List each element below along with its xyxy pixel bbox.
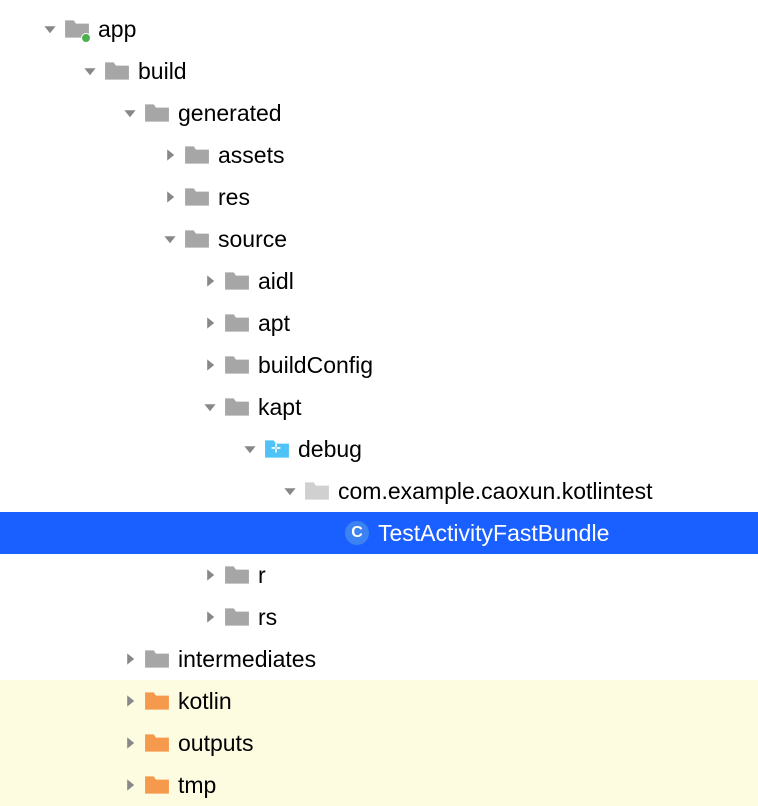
expand-icon[interactable] <box>280 484 300 498</box>
tree-item-debug[interactable]: debug <box>0 428 758 470</box>
folder-icon <box>184 226 210 252</box>
tree-item-source[interactable]: source <box>0 218 758 260</box>
tree-label: TestActivityFastBundle <box>378 520 609 547</box>
folder-icon <box>224 604 250 630</box>
tree-item-build[interactable]: build <box>0 50 758 92</box>
expand-icon[interactable] <box>40 22 60 36</box>
expand-icon[interactable] <box>200 610 220 624</box>
expand-icon[interactable] <box>200 400 220 414</box>
expand-icon[interactable] <box>120 694 140 708</box>
tree-item-outputs[interactable]: outputs <box>0 722 758 764</box>
folder-icon <box>144 646 170 672</box>
tree-item-class-selected[interactable]: C TestActivityFastBundle <box>0 512 758 554</box>
tree-item-kapt[interactable]: kapt <box>0 386 758 428</box>
tree-item-res[interactable]: res <box>0 176 758 218</box>
expand-icon[interactable] <box>80 64 100 78</box>
tree-label: aidl <box>258 268 294 295</box>
expand-icon[interactable] <box>200 358 220 372</box>
excluded-folder-icon <box>144 772 170 798</box>
tree-label: debug <box>298 436 362 463</box>
folder-icon <box>224 268 250 294</box>
tree-item-package[interactable]: com.example.caoxun.kotlintest <box>0 470 758 512</box>
expand-icon[interactable] <box>120 106 140 120</box>
tree-item-generated[interactable]: generated <box>0 92 758 134</box>
folder-icon <box>224 562 250 588</box>
tree-label: outputs <box>178 730 253 757</box>
module-folder-icon <box>64 16 90 42</box>
tree-item-r[interactable]: r <box>0 554 758 596</box>
expand-icon[interactable] <box>160 232 180 246</box>
tree-item-assets[interactable]: assets <box>0 134 758 176</box>
folder-icon <box>184 142 210 168</box>
tree-label: rs <box>258 604 277 631</box>
tree-item-app[interactable]: app <box>0 8 758 50</box>
expand-icon[interactable] <box>160 148 180 162</box>
tree-item-buildconfig[interactable]: buildConfig <box>0 344 758 386</box>
package-folder-icon <box>304 478 330 504</box>
expand-icon[interactable] <box>200 274 220 288</box>
tree-item-kotlin[interactable]: kotlin <box>0 680 758 722</box>
tree-item-tmp[interactable]: tmp <box>0 764 758 806</box>
folder-icon <box>224 310 250 336</box>
tree-item-intermediates[interactable]: intermediates <box>0 638 758 680</box>
folder-icon <box>184 184 210 210</box>
tree-label: app <box>98 16 136 43</box>
expand-icon[interactable] <box>160 190 180 204</box>
tree-label: com.example.caoxun.kotlintest <box>338 478 653 505</box>
tree-item-rs[interactable]: rs <box>0 596 758 638</box>
expand-icon[interactable] <box>120 778 140 792</box>
tree-label: build <box>138 58 187 85</box>
tree-item-apt[interactable]: apt <box>0 302 758 344</box>
tree-label: apt <box>258 310 290 337</box>
folder-icon <box>144 100 170 126</box>
source-folder-icon <box>264 436 290 462</box>
folder-icon <box>224 352 250 378</box>
folder-icon <box>104 58 130 84</box>
excluded-folder-icon <box>144 730 170 756</box>
tree-label: tmp <box>178 772 216 799</box>
folder-icon <box>224 394 250 420</box>
expand-icon[interactable] <box>200 568 220 582</box>
class-file-icon: C <box>344 520 370 546</box>
tree-label: generated <box>178 100 282 127</box>
expand-icon[interactable] <box>240 442 260 456</box>
tree-label: buildConfig <box>258 352 373 379</box>
tree-item-aidl[interactable]: aidl <box>0 260 758 302</box>
expand-icon[interactable] <box>200 316 220 330</box>
expand-icon[interactable] <box>120 652 140 666</box>
tree-label: kapt <box>258 394 301 421</box>
tree-label: intermediates <box>178 646 316 673</box>
tree-label: r <box>258 562 266 589</box>
tree-label: res <box>218 184 250 211</box>
expand-icon[interactable] <box>120 736 140 750</box>
tree-label: kotlin <box>178 688 232 715</box>
tree-label: assets <box>218 142 284 169</box>
project-tree: app build generated assets res source ai… <box>0 0 758 806</box>
tree-label: source <box>218 226 287 253</box>
excluded-folder-icon <box>144 688 170 714</box>
